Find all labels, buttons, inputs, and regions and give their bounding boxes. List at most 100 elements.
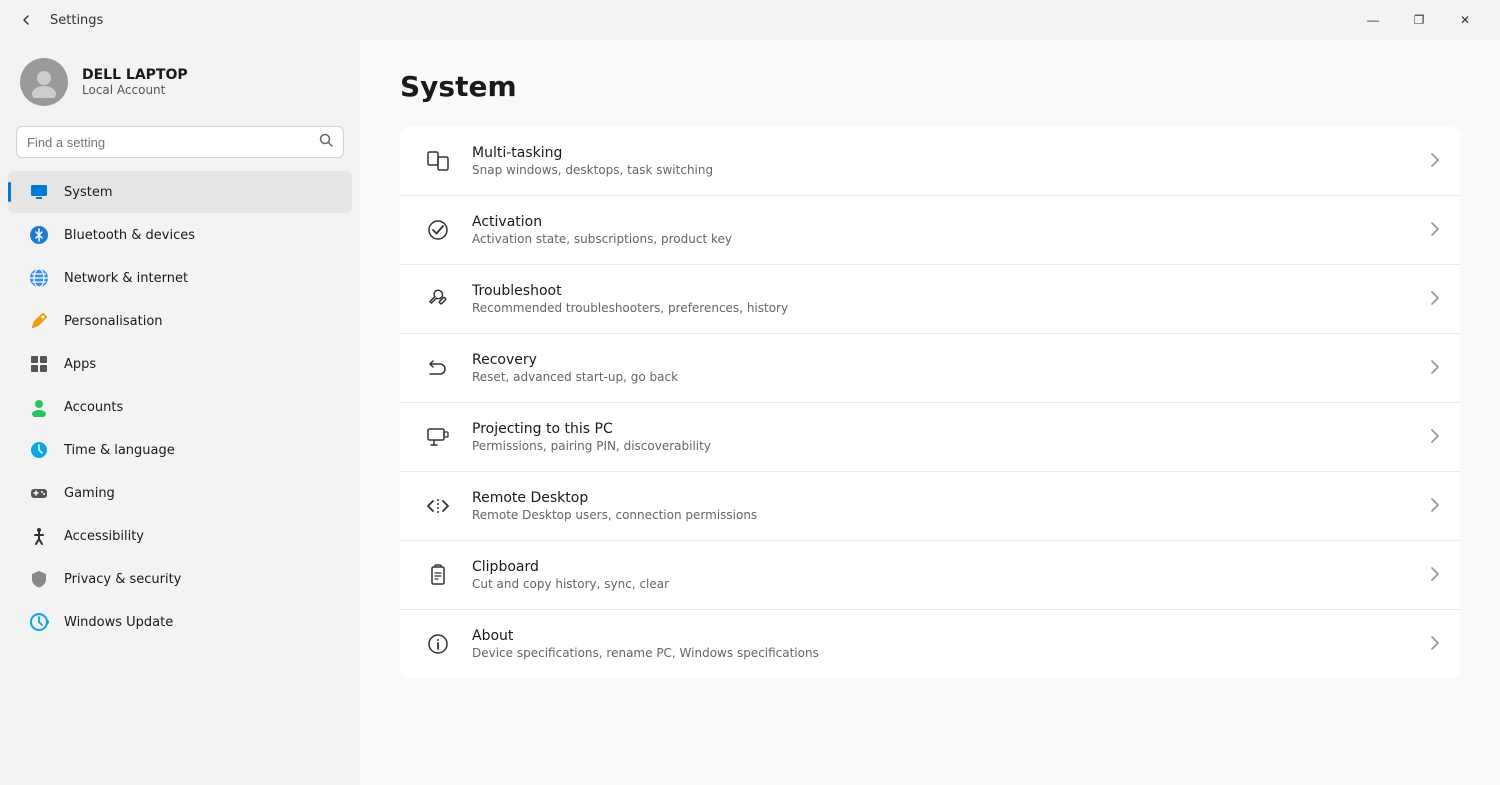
multitasking-label: Multi-tasking — [472, 145, 1414, 161]
about-desc: Device specifications, rename PC, Window… — [472, 646, 1414, 660]
accounts-icon — [28, 396, 50, 418]
sidebar-item-accessibility[interactable]: Accessibility — [8, 515, 352, 557]
sidebar-item-gaming[interactable]: Gaming — [8, 472, 352, 514]
user-name: DELL LAPTOP — [82, 67, 188, 83]
sidebar-item-label-network: Network & internet — [64, 271, 188, 286]
avatar — [20, 58, 68, 106]
sidebar-item-accounts[interactable]: Accounts — [8, 386, 352, 428]
minimize-button[interactable]: — — [1350, 4, 1396, 36]
settings-item-activation[interactable]: Activation Activation state, subscriptio… — [400, 196, 1460, 265]
about-label: About — [472, 628, 1414, 644]
windows-update-icon — [28, 611, 50, 633]
about-icon — [420, 626, 456, 662]
troubleshoot-arrow — [1430, 290, 1440, 309]
apps-icon — [28, 353, 50, 375]
sidebar-item-label-gaming: Gaming — [64, 486, 115, 501]
about-arrow — [1430, 635, 1440, 654]
multitasking-text: Multi-tasking Snap windows, desktops, ta… — [472, 145, 1414, 177]
multitasking-arrow — [1430, 152, 1440, 171]
troubleshoot-desc: Recommended troubleshooters, preferences… — [472, 301, 1414, 315]
sidebar-item-label-privacy: Privacy & security — [64, 572, 181, 587]
projecting-icon — [420, 419, 456, 455]
system-icon — [28, 181, 50, 203]
clipboard-desc: Cut and copy history, sync, clear — [472, 577, 1414, 591]
page-title: System — [400, 70, 1460, 103]
sidebar-item-label-system: System — [64, 185, 112, 200]
troubleshoot-icon — [420, 281, 456, 317]
sidebar-item-label-accessibility: Accessibility — [64, 529, 144, 544]
clipboard-icon — [420, 557, 456, 593]
sidebar-item-label-bluetooth: Bluetooth & devices — [64, 228, 195, 243]
sidebar-item-label-personalisation: Personalisation — [64, 314, 163, 329]
about-text: About Device specifications, rename PC, … — [472, 628, 1414, 660]
projecting-desc: Permissions, pairing PIN, discoverabilit… — [472, 439, 1414, 453]
app-title: Settings — [50, 13, 1340, 28]
settings-item-multitasking[interactable]: Multi-tasking Snap windows, desktops, ta… — [400, 127, 1460, 196]
multitasking-icon — [420, 143, 456, 179]
settings-item-recovery[interactable]: Recovery Reset, advanced start-up, go ba… — [400, 334, 1460, 403]
clipboard-label: Clipboard — [472, 559, 1414, 575]
remote-desktop-desc: Remote Desktop users, connection permiss… — [472, 508, 1414, 522]
remote-desktop-arrow — [1430, 497, 1440, 516]
search-icon — [319, 133, 333, 151]
settings-item-remote-desktop[interactable]: Remote Desktop Remote Desktop users, con… — [400, 472, 1460, 541]
recovery-arrow — [1430, 359, 1440, 378]
network-icon — [28, 267, 50, 289]
clipboard-text: Clipboard Cut and copy history, sync, cl… — [472, 559, 1414, 591]
settings-item-clipboard[interactable]: Clipboard Cut and copy history, sync, cl… — [400, 541, 1460, 610]
projecting-label: Projecting to this PC — [472, 421, 1414, 437]
search-input[interactable] — [27, 135, 311, 150]
user-type: Local Account — [82, 83, 188, 97]
sidebar: DELL LAPTOP Local Account — [0, 40, 360, 785]
projecting-arrow — [1430, 428, 1440, 447]
sidebar-item-apps[interactable]: Apps — [8, 343, 352, 385]
main-content: System Multi-tasking Snap windows, deskt… — [360, 40, 1500, 785]
clipboard-arrow — [1430, 566, 1440, 585]
accessibility-icon — [28, 525, 50, 547]
recovery-label: Recovery — [472, 352, 1414, 368]
bluetooth-icon — [28, 224, 50, 246]
sidebar-item-system[interactable]: System — [8, 171, 352, 213]
activation-arrow — [1430, 221, 1440, 240]
remote-desktop-text: Remote Desktop Remote Desktop users, con… — [472, 490, 1414, 522]
titlebar: Settings — ❐ ✕ — [0, 0, 1500, 40]
settings-list: Multi-tasking Snap windows, desktops, ta… — [400, 127, 1460, 678]
sidebar-item-time[interactable]: Time & language — [8, 429, 352, 471]
settings-item-projecting[interactable]: Projecting to this PC Permissions, pairi… — [400, 403, 1460, 472]
sidebar-item-privacy[interactable]: Privacy & security — [8, 558, 352, 600]
restore-button[interactable]: ❐ — [1396, 4, 1442, 36]
sidebar-item-network[interactable]: Network & internet — [8, 257, 352, 299]
sidebar-item-bluetooth[interactable]: Bluetooth & devices — [8, 214, 352, 256]
personalisation-icon — [28, 310, 50, 332]
remote-desktop-label: Remote Desktop — [472, 490, 1414, 506]
settings-item-about[interactable]: About Device specifications, rename PC, … — [400, 610, 1460, 678]
activation-text: Activation Activation state, subscriptio… — [472, 214, 1414, 246]
privacy-icon — [28, 568, 50, 590]
recovery-desc: Reset, advanced start-up, go back — [472, 370, 1414, 384]
gaming-icon — [28, 482, 50, 504]
user-section[interactable]: DELL LAPTOP Local Account — [0, 40, 360, 122]
close-button[interactable]: ✕ — [1442, 4, 1488, 36]
time-icon — [28, 439, 50, 461]
troubleshoot-label: Troubleshoot — [472, 283, 1414, 299]
sidebar-item-label-apps: Apps — [64, 357, 96, 372]
sidebar-item-label-time: Time & language — [64, 443, 175, 458]
activation-icon — [420, 212, 456, 248]
user-info: DELL LAPTOP Local Account — [82, 67, 188, 97]
window-controls: — ❐ ✕ — [1350, 4, 1488, 36]
sidebar-item-windows-update[interactable]: Windows Update — [8, 601, 352, 643]
search-box[interactable] — [16, 126, 344, 158]
remote-desktop-icon — [420, 488, 456, 524]
sidebar-item-label-windows-update: Windows Update — [64, 615, 173, 630]
troubleshoot-text: Troubleshoot Recommended troubleshooters… — [472, 283, 1414, 315]
app-body: DELL LAPTOP Local Account — [0, 40, 1500, 785]
activation-desc: Activation state, subscriptions, product… — [472, 232, 1414, 246]
sidebar-nav: System Bluetooth & devices — [0, 170, 360, 644]
activation-label: Activation — [472, 214, 1414, 230]
projecting-text: Projecting to this PC Permissions, pairi… — [472, 421, 1414, 453]
multitasking-desc: Snap windows, desktops, task switching — [472, 163, 1414, 177]
sidebar-item-personalisation[interactable]: Personalisation — [8, 300, 352, 342]
settings-item-troubleshoot[interactable]: Troubleshoot Recommended troubleshooters… — [400, 265, 1460, 334]
back-button[interactable] — [12, 6, 40, 34]
sidebar-item-label-accounts: Accounts — [64, 400, 123, 415]
